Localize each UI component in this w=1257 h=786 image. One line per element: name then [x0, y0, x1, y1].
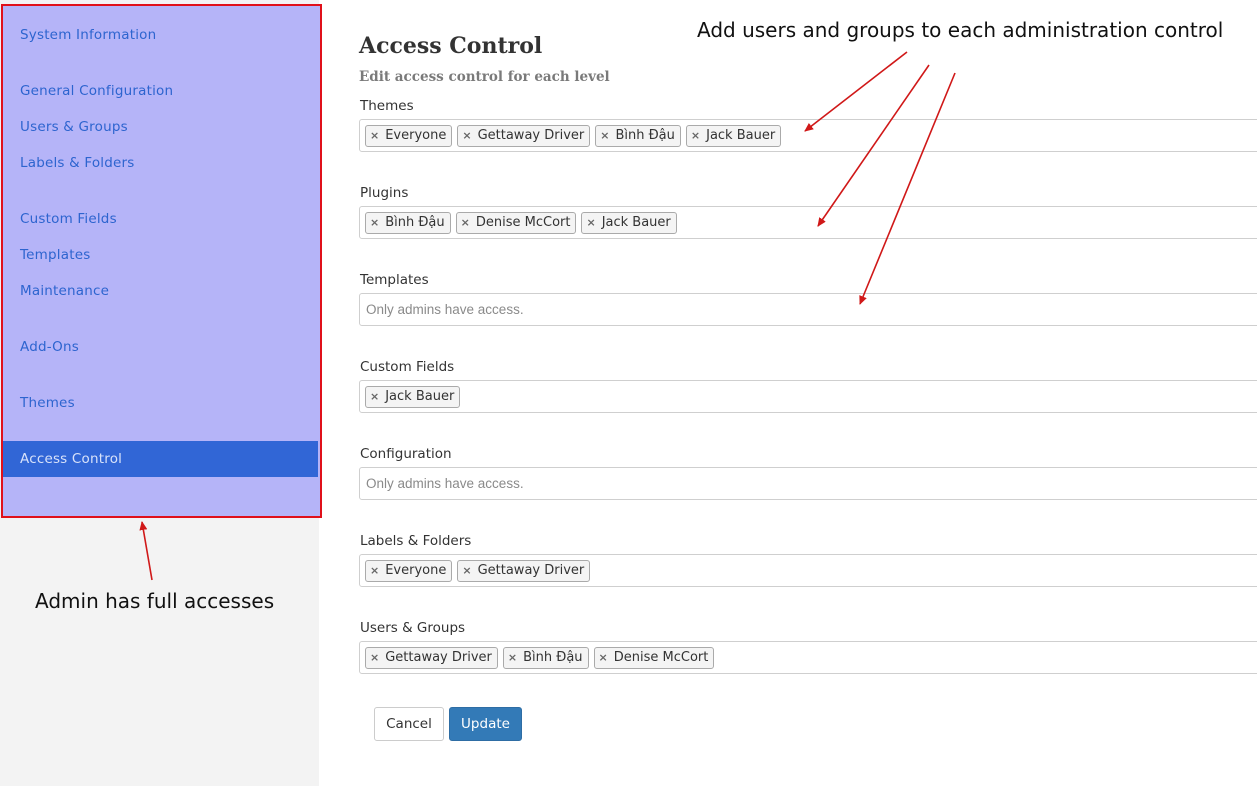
- annotation-arrow: [817, 64, 930, 227]
- annotation-arrow: [139, 521, 153, 581]
- annotation-arrows: [139, 51, 956, 581]
- annotation-arrow: [859, 72, 956, 305]
